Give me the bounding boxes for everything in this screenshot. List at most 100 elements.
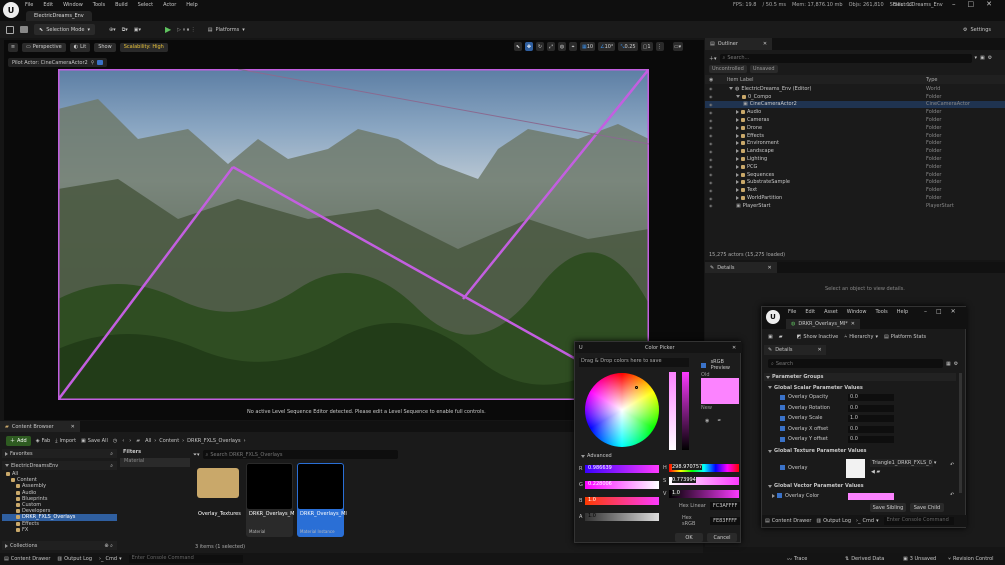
expand-arrow-icon[interactable] — [736, 141, 739, 146]
scalar-param-value[interactable]: 0.0 — [848, 436, 894, 443]
outliner-row[interactable]: ◉ Text Folder — [705, 186, 1005, 194]
eject-icon[interactable] — [97, 60, 104, 65]
surface-snap-icon[interactable]: ⌖ — [569, 42, 577, 51]
grid-snap-button[interactable]: ▦ 10 — [580, 42, 596, 51]
add-button[interactable]: ＋ Add — [6, 435, 31, 446]
texture-group-header[interactable]: Global Texture Parameter Values — [764, 447, 956, 456]
visibility-icon[interactable]: ◉ — [709, 141, 713, 146]
visibility-icon[interactable]: ◉ — [709, 149, 713, 154]
theme-icon[interactable]: ◉ — [705, 418, 709, 424]
vector-param-checkbox[interactable] — [777, 493, 782, 498]
expand-arrow-icon[interactable] — [736, 164, 739, 169]
mat-asset-tab[interactable]: ◍ DRKR_Overlays_MI* ✕ — [786, 319, 860, 329]
pin-icon[interactable]: ⚲ — [91, 60, 95, 66]
visibility-icon[interactable]: ◉ — [709, 94, 713, 99]
save-icon[interactable] — [6, 25, 14, 34]
outliner-row[interactable]: ◉ 0_Compo Folder — [705, 93, 1005, 101]
visibility-icon[interactable]: ◉ — [709, 188, 713, 193]
gear-icon[interactable]: ⚙ — [988, 55, 992, 61]
move-tool-icon[interactable]: ✥ — [525, 42, 533, 51]
save-icon[interactable]: ▣ — [768, 334, 773, 340]
fab-button[interactable]: ◈ Fab — [36, 438, 51, 444]
search-icon[interactable]: ⌕ — [110, 451, 113, 457]
color-wheel[interactable] — [585, 373, 659, 447]
visibility-icon[interactable]: ◉ — [709, 110, 713, 115]
browse-icon[interactable]: ▰ — [779, 334, 783, 340]
content-browser-tab[interactable]: ▰ Content Browser ✕ — [0, 421, 80, 432]
menu-build[interactable]: Build — [115, 2, 128, 8]
cancel-button[interactable]: Cancel — [707, 533, 737, 542]
expand-arrow-icon[interactable] — [736, 196, 739, 201]
val-slider[interactable]: 1.0 — [669, 489, 739, 498]
save-child-button[interactable]: Save Child — [910, 503, 944, 512]
mat-console-input[interactable]: Enter Console Command — [883, 517, 954, 525]
selection-mode-button[interactable]: ⬉ Selection Mode ▾ — [34, 24, 95, 35]
vector-group-header[interactable]: Global Vector Parameter Values — [764, 482, 956, 491]
mat-output-log-button[interactable]: ▥ Output Log — [816, 518, 851, 524]
scalar-param-value[interactable]: 1.0 — [848, 415, 894, 422]
asset-search-input[interactable]: ⌕ Search DRKR_FXLS_Overlays — [202, 450, 398, 459]
mat-details-tab[interactable]: ✎ Details ✕ — [764, 345, 826, 355]
cinematics-icon[interactable]: ▣▾ — [134, 27, 141, 33]
color-wheel-cursor[interactable] — [635, 386, 638, 389]
visibility-icon[interactable]: ◉ — [709, 86, 713, 91]
close-icon[interactable]: ✕ — [732, 345, 736, 351]
breadcrumb-all[interactable]: All — [145, 438, 151, 444]
mat-content-drawer-button[interactable]: ▤ Content Drawer — [765, 518, 811, 524]
mat-menu-help[interactable]: Help — [897, 309, 908, 315]
outliner-row[interactable]: ◉ Environment Folder — [705, 140, 1005, 148]
scalar-param-value[interactable]: 0.0 — [848, 425, 894, 433]
hex-srgb-input[interactable]: FE83FFFF — [710, 517, 740, 525]
expand-arrow-icon[interactable] — [736, 118, 739, 123]
close-icon[interactable]: ✕ — [951, 308, 956, 315]
lit-button[interactable]: ◐ Lit — [69, 42, 91, 52]
outliner-row[interactable]: ◉ PCG Folder — [705, 163, 1005, 171]
color-theme-bar[interactable]: Drag & Drop colors here to save — [579, 358, 689, 367]
select-tool-icon[interactable]: ⬉ — [514, 42, 522, 51]
play-options-icon[interactable]: ▷ ⏸ ⏹ ⋮ — [177, 27, 196, 33]
expand-arrow-icon[interactable] — [736, 188, 739, 193]
camera-speed-button[interactable]: ▢ 1 — [640, 42, 653, 51]
scene-render[interactable] — [58, 69, 649, 400]
scalability-button[interactable]: Scalability: High — [119, 42, 168, 52]
expand-arrow-icon[interactable] — [736, 149, 739, 154]
outliner-row[interactable]: ◉ Effects Folder — [705, 132, 1005, 140]
rotate-tool-icon[interactable]: ↻ — [536, 42, 544, 51]
visibility-icon[interactable]: ◉ — [709, 118, 713, 123]
rotation-snap-button[interactable]: ∠ 10° — [598, 42, 616, 51]
asset-tile[interactable]: Overlay_Textures — [195, 463, 242, 537]
outliner-row[interactable]: ◉ Audio Folder — [705, 108, 1005, 116]
expand-arrow-icon[interactable] — [736, 95, 740, 99]
value-slider[interactable] — [682, 372, 689, 450]
blueprint-icon[interactable]: ⧉▾ — [122, 27, 128, 33]
close-icon[interactable]: ✕ — [986, 0, 992, 8]
world-space-icon[interactable]: ◍ — [558, 42, 566, 51]
minimize-icon[interactable]: – — [924, 308, 927, 315]
outliner-row[interactable]: ◉ WorldPartition Folder — [705, 194, 1005, 202]
param-groups-header[interactable]: Parameter Groups — [764, 373, 956, 381]
history-icon[interactable]: ◷ — [113, 438, 117, 444]
browse-asset-icon[interactable]: ◀ ▰ — [871, 469, 880, 475]
scalar-param-checkbox[interactable] — [780, 436, 785, 442]
outliner-search-input[interactable]: ⌕ Search... — [719, 53, 972, 63]
content-drawer-button[interactable]: ▤ Content Drawer — [4, 556, 50, 562]
close-icon[interactable]: ✕ — [818, 347, 822, 353]
scalar-param-value[interactable]: 0.0 — [848, 394, 894, 401]
eyedropper-icon[interactable]: ✒ — [717, 418, 721, 424]
green-slider[interactable]: 0.228006 — [585, 481, 659, 489]
menu-file[interactable]: File — [25, 2, 33, 8]
texture-asset-picker[interactable]: Triangle1_DRKR_FXLS_0 ▾ — [870, 458, 936, 467]
play-icon[interactable]: ▶ — [165, 25, 171, 34]
browse-icon[interactable] — [20, 26, 28, 33]
save-sibling-button[interactable]: Save Sibling — [870, 503, 906, 512]
view-options-icon[interactable]: ▦ — [946, 361, 951, 367]
unreal-logo-icon[interactable]: U — [3, 2, 19, 18]
outliner-row[interactable]: ◉ Sequences Folder — [705, 171, 1005, 179]
gear-icon[interactable]: ⚙ — [954, 361, 958, 367]
tree-folder[interactable]: FX — [2, 527, 117, 533]
filter-unsaved[interactable]: Uncontrolled — [709, 65, 747, 73]
outliner-row[interactable]: ◉ SubstrateSample Folder — [705, 179, 1005, 187]
blue-slider[interactable]: 1.0 — [585, 497, 659, 505]
filter-icon[interactable]: ⏷▾ — [193, 452, 200, 458]
mat-menu-window[interactable]: Window — [847, 309, 867, 315]
